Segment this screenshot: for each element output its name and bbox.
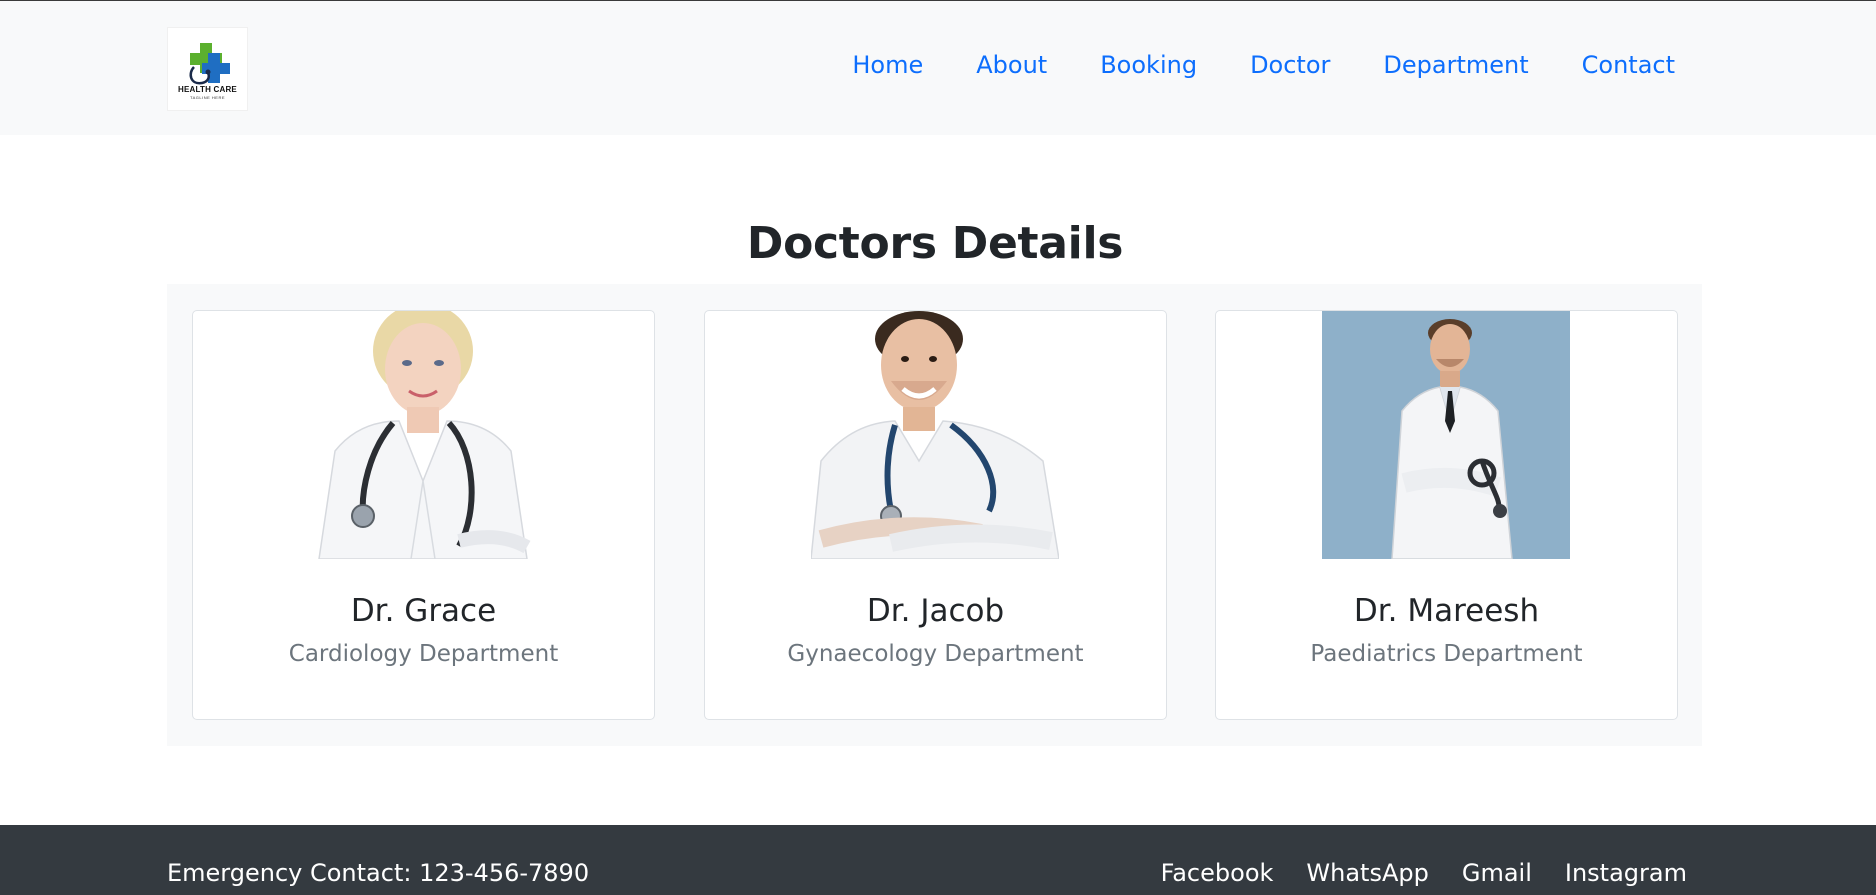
instagram-link[interactable]: Instagram xyxy=(1565,859,1687,887)
doctor-photo-male-blue-bg xyxy=(1322,311,1570,559)
doctor-card: Dr. Mareesh Paediatrics Department xyxy=(1215,310,1678,720)
doctor-photo-male xyxy=(811,311,1059,559)
nav-contact[interactable]: Contact xyxy=(1582,53,1675,77)
doctor-name: Dr. Grace xyxy=(350,593,497,629)
brand-logo[interactable]: HEALTH CARE TAGLINE HERE xyxy=(167,27,248,111)
facebook-link[interactable]: Facebook xyxy=(1161,859,1274,887)
doctor-photo-female xyxy=(299,311,547,559)
doctor-card: Dr. Jacob Gynaecology Department xyxy=(704,310,1167,720)
footer: Emergency Contact: 123-456-7890 Facebook… xyxy=(0,825,1876,895)
gmail-link[interactable]: Gmail xyxy=(1462,859,1532,887)
nav-about[interactable]: About xyxy=(976,53,1047,77)
doctor-name: Dr. Jacob xyxy=(866,593,1005,629)
social-links: Facebook WhatsApp Gmail Instagram xyxy=(1161,859,1687,887)
page-title: Doctors Details xyxy=(746,218,1124,269)
doctor-department: Paediatrics Department xyxy=(1310,641,1583,667)
doctor-card: Dr. Grace Cardiology Department xyxy=(192,310,655,720)
whatsapp-link[interactable]: WhatsApp xyxy=(1306,859,1428,887)
emergency-contact: Emergency Contact: 123-456-7890 xyxy=(167,859,590,887)
main-nav: Home About Booking Doctor Department Con… xyxy=(852,53,1675,77)
doctor-name: Dr. Mareesh xyxy=(1353,593,1540,629)
medical-cross-icon xyxy=(188,42,230,84)
nav-booking[interactable]: Booking xyxy=(1100,53,1197,77)
doctors-section: Dr. Grace Cardiology Department Dr. Jaco… xyxy=(167,284,1702,746)
nav-department[interactable]: Department xyxy=(1383,53,1528,77)
doctor-department: Gynaecology Department xyxy=(787,641,1084,667)
logo-title: HEALTH CARE xyxy=(178,84,237,94)
nav-home[interactable]: Home xyxy=(852,53,923,77)
nav-doctor[interactable]: Doctor xyxy=(1250,53,1330,77)
logo-subtitle: TAGLINE HERE xyxy=(189,94,226,100)
doctor-department: Cardiology Department xyxy=(288,641,559,667)
navbar: HEALTH CARE TAGLINE HERE Home About Book… xyxy=(0,1,1876,135)
